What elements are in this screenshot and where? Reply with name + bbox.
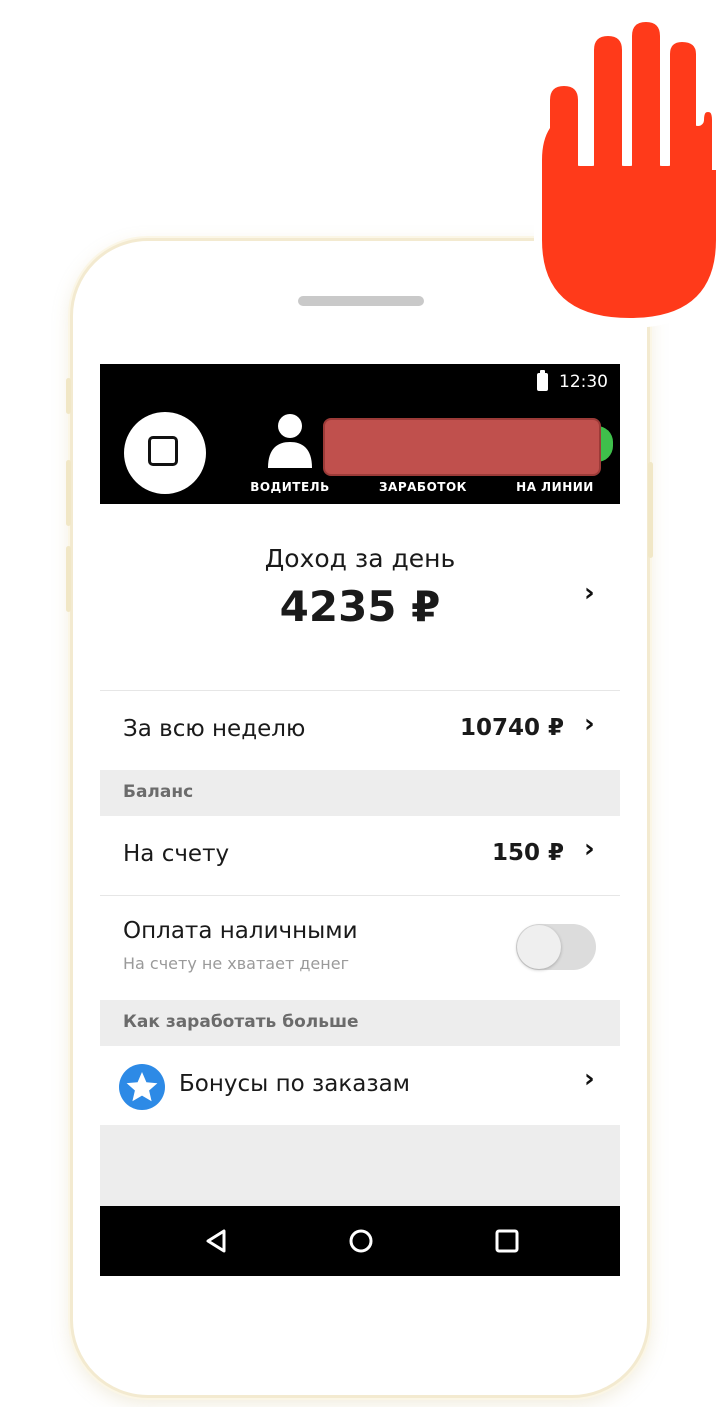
phone-side-button bbox=[648, 462, 653, 558]
phone-screen: 12:30 ВОДИТЕЛЬ ЗАРАБОТОК НА ЛИНИИ Доход … bbox=[100, 364, 620, 1276]
home-icon[interactable] bbox=[346, 1226, 376, 1256]
toggle-knob bbox=[517, 925, 561, 969]
phone-side-button bbox=[66, 546, 71, 612]
person-icon bbox=[268, 414, 312, 468]
star-icon bbox=[119, 1064, 165, 1110]
phone-speaker bbox=[298, 296, 424, 306]
daily-income-title: Доход за день bbox=[264, 544, 456, 573]
account-label: На счету bbox=[123, 841, 230, 867]
section-title: Баланс bbox=[123, 782, 194, 802]
battery-icon bbox=[537, 370, 548, 391]
daily-income-card[interactable]: Доход за день 4235 ₽ › bbox=[100, 504, 620, 690]
cash-payment-sublabel: На счету не хватает денег bbox=[123, 954, 349, 973]
tab-label: ЗАРАБОТОК bbox=[379, 480, 467, 494]
daily-income-amount: 4235 ₽ bbox=[279, 582, 441, 631]
redacted-area bbox=[323, 418, 601, 476]
square-icon bbox=[148, 436, 178, 466]
order-bonuses-row[interactable]: Бонусы по заказам › bbox=[100, 1046, 620, 1125]
week-income-label: За всю неделю bbox=[123, 716, 306, 742]
tab-label: НА ЛИНИИ bbox=[516, 480, 594, 494]
week-income-amount: 10740 ₽ bbox=[459, 715, 564, 741]
chevron-right-icon: › bbox=[584, 578, 595, 608]
menu-button[interactable] bbox=[124, 412, 206, 494]
status-time: 12:30 bbox=[559, 372, 608, 392]
account-amount: 150 ₽ bbox=[491, 840, 564, 866]
week-income-row[interactable]: За всю неделю 10740 ₽ › bbox=[100, 691, 620, 770]
cash-payment-label: Оплата наличными bbox=[123, 918, 358, 944]
back-icon[interactable] bbox=[202, 1226, 232, 1256]
chevron-right-icon: › bbox=[584, 834, 595, 864]
section-title: Как заработать больше bbox=[123, 1012, 359, 1032]
navigation-bar bbox=[100, 1206, 620, 1276]
phone-side-button bbox=[66, 378, 71, 414]
tab-driver[interactable]: ВОДИТЕЛЬ bbox=[250, 408, 330, 498]
earn-more-section-header: Как заработать больше bbox=[100, 1000, 620, 1046]
phone-side-button bbox=[66, 460, 71, 526]
chevron-right-icon: › bbox=[584, 1064, 595, 1094]
status-bar: 12:30 bbox=[100, 364, 620, 400]
recents-icon[interactable] bbox=[492, 1226, 522, 1256]
balance-section-header: Баланс bbox=[100, 770, 620, 816]
app-header: ВОДИТЕЛЬ ЗАРАБОТОК НА ЛИНИИ bbox=[100, 400, 620, 504]
stop-hand-icon bbox=[534, 12, 719, 328]
account-balance-row[interactable]: На счету 150 ₽ › bbox=[100, 816, 620, 895]
order-bonuses-label: Бонусы по заказам bbox=[179, 1071, 411, 1097]
tab-label: ВОДИТЕЛЬ bbox=[250, 480, 330, 494]
chevron-right-icon: › bbox=[584, 709, 595, 739]
